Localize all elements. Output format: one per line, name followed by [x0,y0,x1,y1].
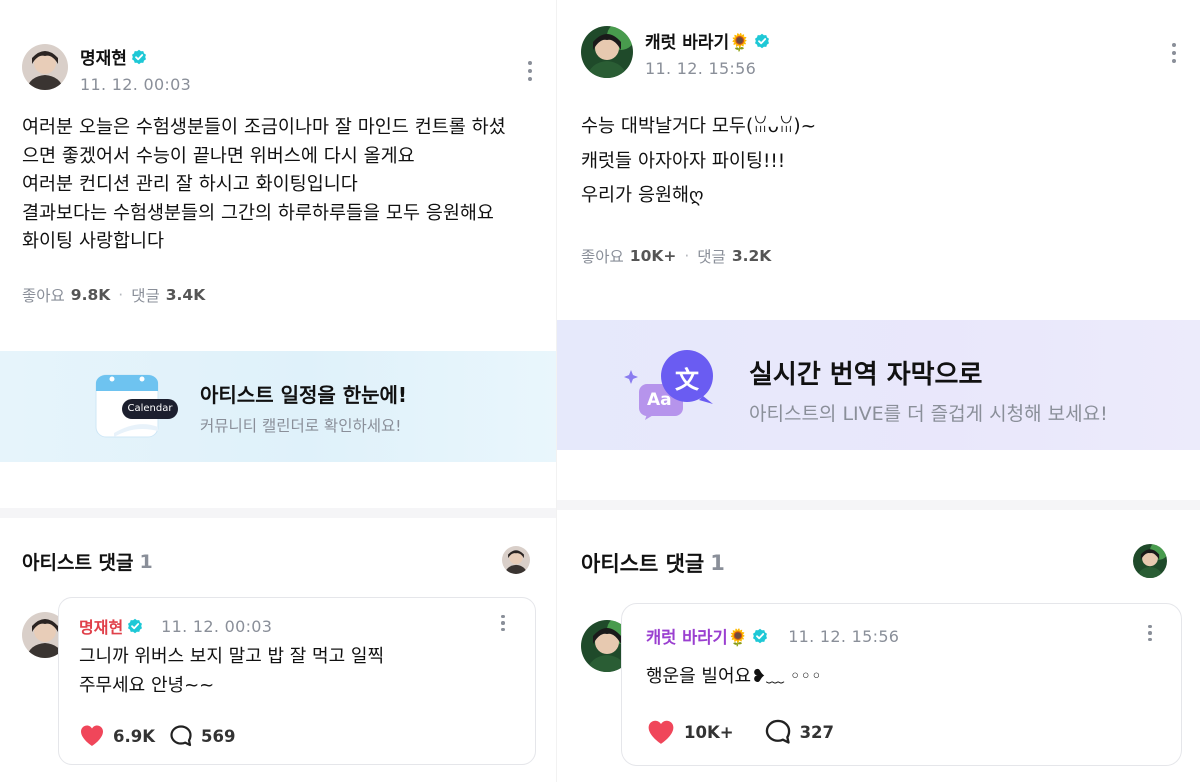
comment-timestamp: 11. 12. 00:03 [161,616,273,636]
artist-comments-heading: 아티스트 댓글 1 [22,548,153,575]
translation-banner[interactable]: 文 Aa 실시간 번역 자막으로 아티스트의 LIVE를 더 즐겁게 시청해 보… [557,320,1200,450]
calendar-banner[interactable]: Calendar 아티스트 일정을 한눈에! 커뮤니티 캘린더로 확인하세요! [0,351,556,462]
verified-badge-icon [131,49,146,64]
comment-like-count: 6.9K [113,726,156,746]
artist-comments-count: 1 [139,550,153,573]
comment-text: 그니까 위버스 보지 말고 밥 잘 먹고 일찍 주무세요 안녕~~ [79,646,385,696]
post-timestamp: 11. 12. 00:03 [80,75,192,94]
artist-comment-card: 캐럿 바라기🌻 11. 12. 15:56 행운을 빌어요❥﹏ ◦◦◦ 10K+… [621,603,1182,766]
author-avatar[interactable] [581,26,633,78]
banner-subtitle: 커뮤니티 캘린더로 확인하세요! [200,417,402,435]
post-stats: 좋아요 9.8K · 댓글 3.4K [22,284,205,306]
artist-avatar[interactable] [502,546,530,574]
comment-like-count: 10K+ [684,722,734,742]
comment-more-options-icon[interactable] [491,610,515,636]
translate-icon-aa: Aa [647,390,672,410]
comment-header: 캐럿 바라기🌻 11. 12. 15:56 [646,624,899,648]
artist-comments-heading: 아티스트 댓글 1 [581,548,725,578]
heart-icon [81,725,103,746]
more-options-icon[interactable] [1162,38,1186,68]
more-options-icon[interactable] [518,56,542,86]
comment-reply-count: 569 [201,726,236,746]
reply-button[interactable]: 569 [169,724,235,748]
post-body: 수능 대박날거다 모두(ꈍᴗꈍ)~ 캐럿들 아자아자 파이팅!!! 우리가 응원… [581,116,817,206]
verified-badge-icon [753,628,768,644]
reply-bubble-icon [765,719,790,744]
comments-label: 댓글 [697,248,726,266]
verified-badge-icon [128,618,143,634]
translate-icon: 文 Aa [621,348,721,420]
artist-comments-title: 아티스트 댓글 [581,552,705,576]
comment-reactions: 6.9K 569 [79,724,235,748]
likes-count[interactable]: 10K+ [630,247,677,265]
like-button[interactable]: 10K+ [646,719,734,746]
verified-badge-icon [755,33,770,48]
author-name[interactable]: 명재현 [80,44,127,69]
comment-timestamp: 11. 12. 15:56 [788,626,900,646]
likes-label: 좋아요 [581,248,624,266]
left-post-panel: 명재현 11. 12. 00:03 여러분 오늘은 수험생분들이 조금이나마 잘… [0,0,556,782]
likes-label: 좋아요 [22,287,65,305]
like-button[interactable]: 6.9K [79,724,155,748]
comment-author[interactable]: 캐럿 바라기🌻 [646,624,748,648]
calendar-icon-label: Calendar [127,403,173,414]
artist-comment-card: 명재현 11. 12. 00:03 그니까 위버스 보지 말고 밥 잘 먹고 일… [58,597,536,765]
post-body: 여러분 오늘은 수험생분들이 조금이나마 잘 마인드 컨트롤 하셨 으면 좋겠어… [22,117,506,252]
translate-icon-glyph: 文 [675,366,699,394]
calendar-icon: Calendar [94,373,180,441]
comments-label: 댓글 [131,287,160,305]
comment-text: 행운을 빌어요❥﹏ ◦◦◦ [646,666,822,687]
author-avatar[interactable] [22,44,68,90]
comment-reply-count: 327 [799,722,835,742]
section-divider [557,500,1200,510]
author-name-row: 명재현 [80,44,191,69]
likes-count[interactable]: 9.8K [71,286,110,304]
comments-count[interactable]: 3.4K [166,286,205,304]
comment-reactions: 10K+ 327 [646,718,834,746]
reply-bubble-icon [170,725,192,747]
artist-comments-title: 아티스트 댓글 [22,552,134,574]
banner-title: 실시간 번역 자막으로 [749,360,983,390]
author-name-row: 캐럿 바라기🌻 [645,28,770,53]
post-timestamp: 11. 12. 15:56 [645,59,757,78]
section-divider [0,508,556,518]
author-name[interactable]: 캐럿 바라기🌻 [645,28,750,53]
comment-more-options-icon[interactable] [1138,620,1162,646]
artist-avatar[interactable] [1133,544,1167,578]
comment-author[interactable]: 명재현 [79,614,123,638]
banner-title: 아티스트 일정을 한눈에! [200,383,408,407]
stats-separator: · [684,247,690,265]
artist-comments-count: 1 [710,551,725,575]
comments-count[interactable]: 3.2K [732,247,771,265]
comment-header: 명재현 11. 12. 00:03 [79,614,272,638]
banner-subtitle: 아티스트의 LIVE를 더 즐겁게 시청해 보세요! [749,403,1108,425]
stats-separator: · [118,286,124,304]
right-post-panel: 캐럿 바라기🌻 11. 12. 15:56 수능 대박날거다 모두(ꈍᴗꈍ)~ … [556,0,1200,782]
post-header: 캐럿 바라기🌻 11. 12. 15:56 [581,26,770,78]
heart-icon [648,720,674,744]
post-stats: 좋아요 10K+ · 댓글 3.2K [581,245,771,267]
post-header: 명재현 11. 12. 00:03 [22,44,191,94]
reply-button[interactable]: 327 [764,718,834,746]
